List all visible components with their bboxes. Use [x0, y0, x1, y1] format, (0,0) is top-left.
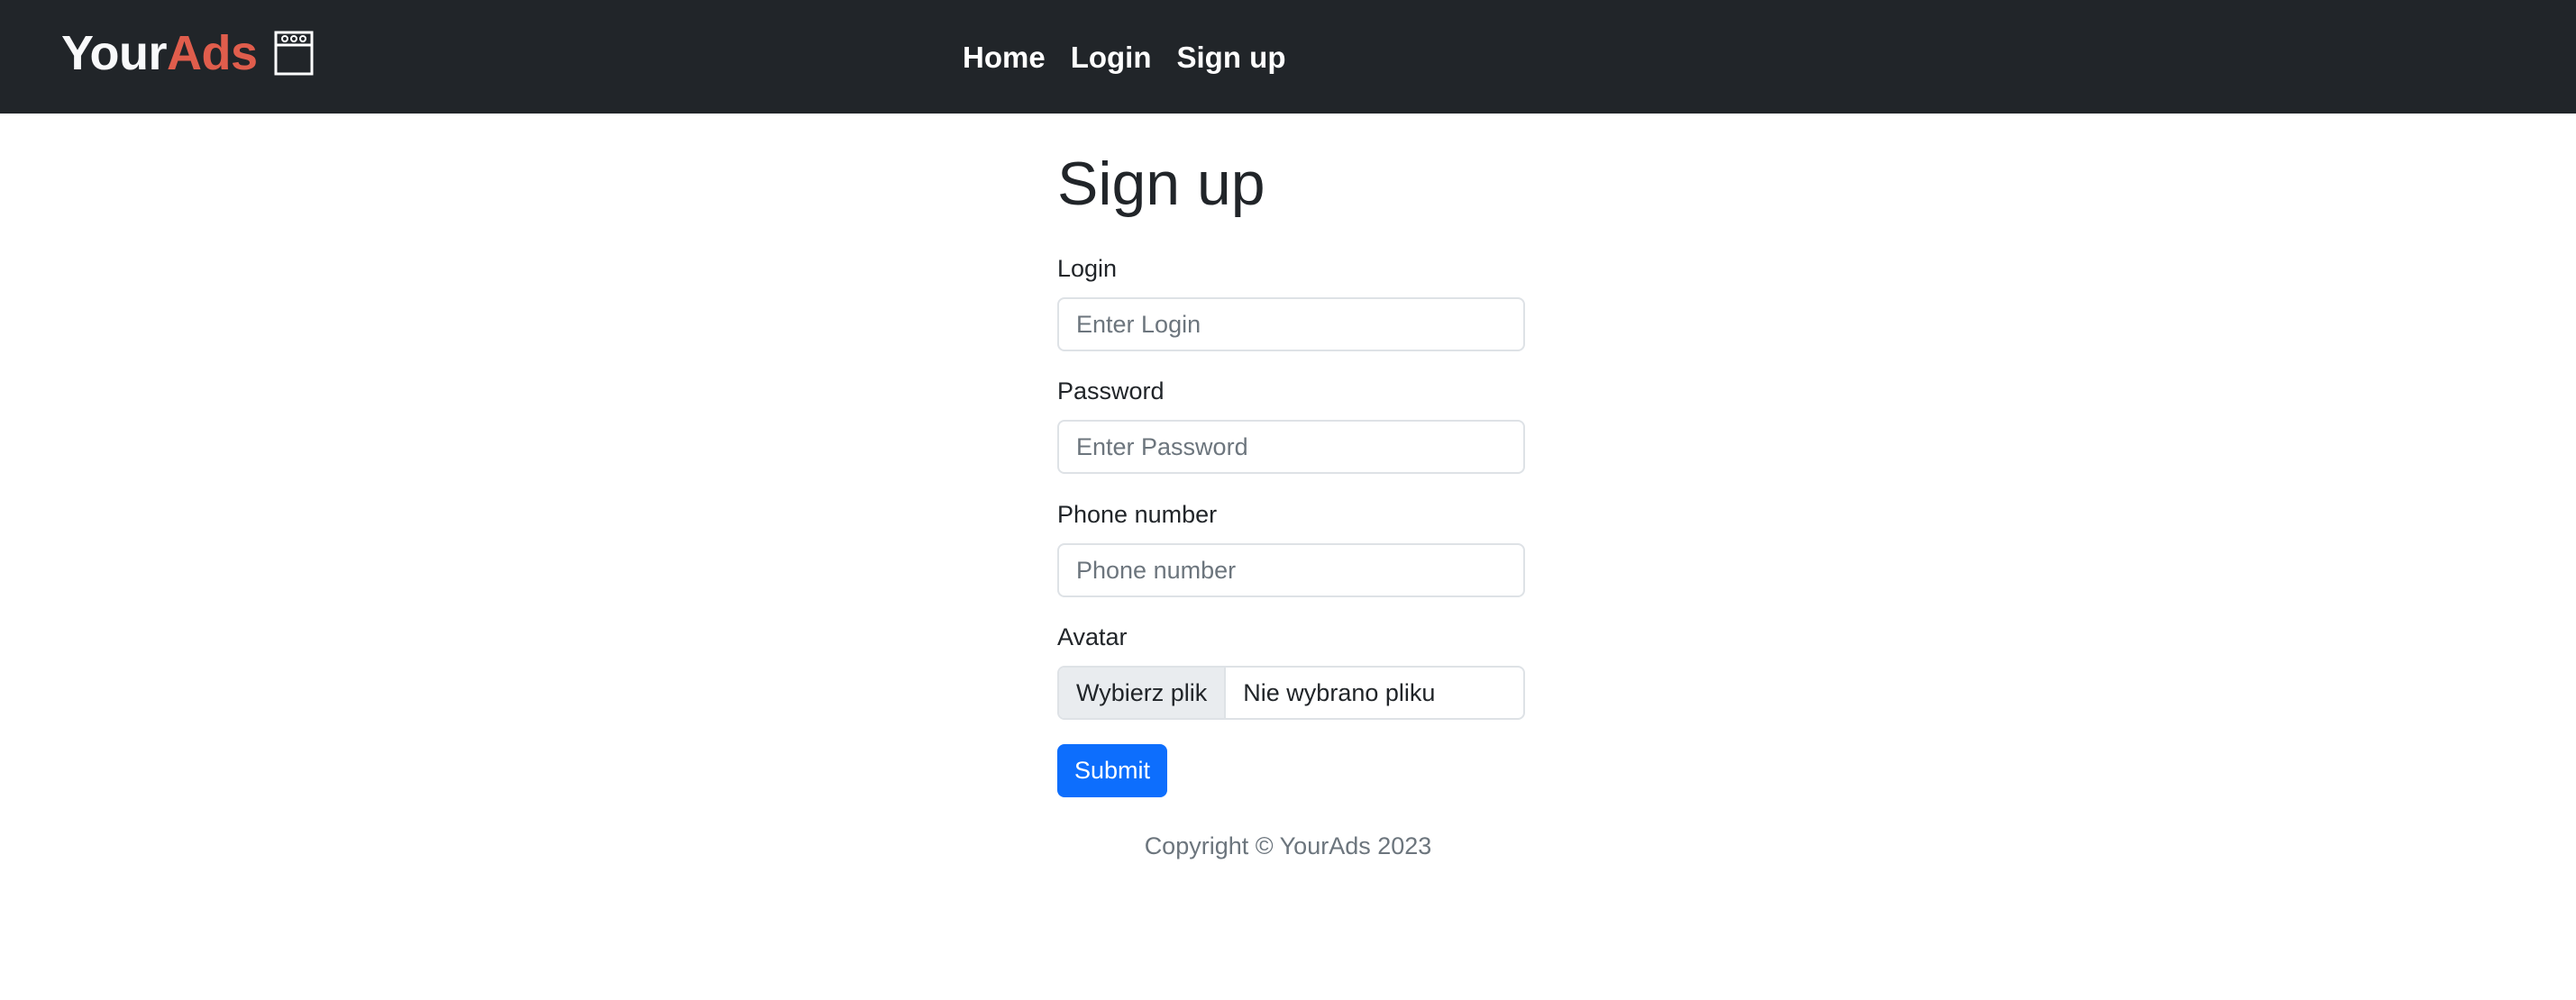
file-status-text: Nie wybrano pliku [1243, 678, 1436, 706]
submit-button[interactable]: Submit [1057, 744, 1167, 797]
password-input[interactable] [1057, 420, 1525, 474]
brand-text-ads: Ads [167, 26, 258, 80]
brand-text-your: Your [61, 26, 168, 80]
password-label: Password [1057, 377, 1165, 405]
signup-content: Sign up Login Password Phone number Avat… [1057, 144, 1526, 797]
phone-input[interactable] [1057, 543, 1525, 597]
avatar-label: Avatar [1057, 623, 1128, 650]
page-title: Sign up [1057, 150, 1265, 218]
navbar: Your Ads Home Login Sign up [0, 0, 2576, 114]
choose-file-button[interactable]: Wybierz plik [1059, 668, 1227, 718]
login-label: Login [1057, 255, 1118, 282]
phone-label: Phone number [1057, 501, 1218, 528]
billboard-icon [274, 31, 314, 76]
login-input[interactable] [1057, 297, 1525, 351]
login-group: Login [1057, 250, 1525, 351]
phone-group: Phone number [1057, 496, 1525, 597]
nav-login-link[interactable]: Login [1071, 36, 1152, 79]
avatar-file-input[interactable]: Wybierz plik Nie wybrano pliku [1057, 666, 1525, 720]
brand-logo[interactable]: Your Ads [61, 22, 314, 85]
footer-copyright: Copyright © YourAds 2023 [1144, 832, 1432, 859]
nav-home-link[interactable]: Home [963, 36, 1046, 79]
avatar-group: Avatar Wybierz plik Nie wybrano pliku [1057, 619, 1525, 720]
password-group: Password [1057, 373, 1525, 474]
main-nav: Home Login Sign up [963, 36, 1311, 79]
nav-signup-link[interactable]: Sign up [1177, 36, 1286, 79]
